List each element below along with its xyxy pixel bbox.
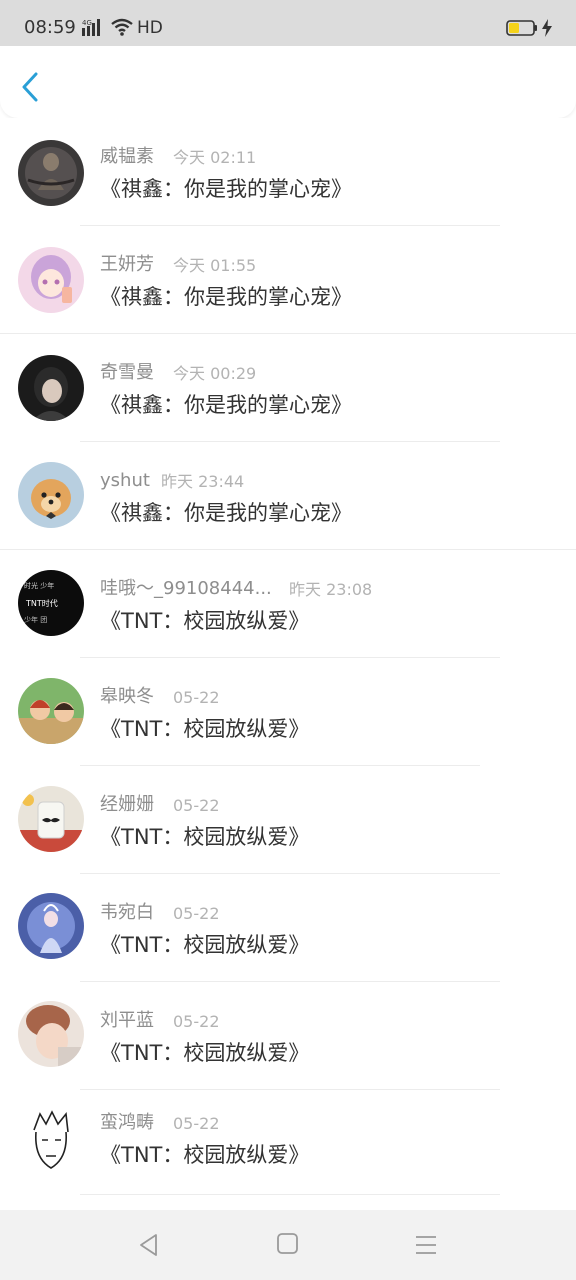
status-time: 08:59 — [24, 17, 76, 38]
comment-time: 今天 00:29 — [173, 364, 257, 383]
hd-indicator: HD — [137, 18, 163, 38]
avatar: 时光 少年 TNT时代 少年 团 — [18, 570, 84, 636]
book-title: 《TNT：校园放纵爱》 — [100, 933, 310, 957]
user-name: 王妍芳 — [100, 254, 154, 275]
header-bar — [0, 46, 576, 118]
wifi-icon — [111, 18, 133, 36]
list-item[interactable]: 王妍芳 今天 01:55 《祺鑫：你是我的掌心宠》 — [0, 226, 576, 334]
book-title: 《祺鑫：你是我的掌心宠》 — [100, 285, 352, 309]
user-name: 威韫素 — [100, 146, 154, 167]
list-item[interactable]: 威韫素 今天 02:11 《祺鑫：你是我的掌心宠》 — [0, 118, 576, 226]
svg-text:时光 少年: 时光 少年 — [24, 581, 54, 590]
list-item[interactable]: 时光 少年 TNT时代 少年 团 哇哦～_99108444... 昨天 23:0… — [0, 550, 576, 658]
comment-time: 05-22 — [173, 796, 220, 815]
avatar — [18, 140, 84, 206]
book-title: 《祺鑫：你是我的掌心宠》 — [100, 501, 352, 525]
avatar — [18, 1001, 84, 1067]
list-item[interactable]: 奇雪曼 今天 00:29 《祺鑫：你是我的掌心宠》 — [0, 334, 576, 442]
list-item[interactable]: 皋映冬 05-22 《TNT：校园放纵爱》 — [0, 658, 576, 766]
book-title: 《TNT：校园放纵爱》 — [100, 825, 310, 849]
svg-text:4G: 4G — [82, 19, 92, 27]
comment-time: 05-22 — [173, 1114, 220, 1133]
comment-time: 今天 02:11 — [173, 148, 257, 167]
list-item[interactable]: 韦宛白 05-22 《TNT：校园放纵爱》 — [0, 874, 576, 982]
system-nav-bar — [0, 1210, 576, 1280]
triangle-back-icon — [140, 1234, 157, 1256]
square-home-icon — [277, 1233, 298, 1254]
list-item[interactable]: 刘平蓝 05-22 《TNT：校园放纵爱》 — [0, 982, 576, 1090]
list-item[interactable]: yshut 昨天 23:44 《祺鑫：你是我的掌心宠》 — [0, 442, 576, 550]
book-title: 《TNT：校园放纵爱》 — [100, 1041, 310, 1065]
comment-time: 05-22 — [173, 688, 220, 707]
comment-time: 05-22 — [173, 1012, 220, 1031]
nav-home-button[interactable] — [276, 1232, 300, 1256]
divider — [80, 1194, 500, 1195]
comment-time: 今天 01:55 — [173, 256, 257, 275]
menu-lines-icon — [416, 1236, 436, 1254]
book-title: 《祺鑫：你是我的掌心宠》 — [100, 393, 352, 417]
avatar — [18, 893, 84, 959]
book-title: 《TNT：校园放纵爱》 — [100, 1143, 310, 1167]
user-name: 奇雪曼 — [100, 362, 154, 383]
user-name: 刘平蓝 — [100, 1010, 154, 1031]
battery-icon — [506, 20, 537, 36]
user-name: 韦宛白 — [100, 902, 154, 923]
book-title: 《TNT：校园放纵爱》 — [100, 609, 310, 633]
status-bar: 08:59 4G HD — [0, 0, 576, 46]
svg-text:TNT时代: TNT时代 — [25, 598, 58, 608]
avatar — [18, 786, 84, 852]
list-item[interactable]: 经姗姗 05-22 《TNT：校园放纵爱》 — [0, 766, 576, 874]
signal-4g-icon: 4G — [82, 19, 100, 36]
svg-text:少年 团: 少年 团 — [24, 615, 47, 624]
charging-icon — [542, 19, 552, 37]
user-name: 蛮鸿畴 — [100, 1112, 154, 1133]
back-button[interactable] — [14, 66, 50, 106]
book-title: 《TNT：校园放纵爱》 — [100, 717, 310, 741]
comment-time: 05-22 — [173, 904, 220, 923]
avatar — [18, 678, 84, 744]
avatar — [18, 462, 84, 528]
list-item[interactable]: 蛮鸿畴 05-22 《TNT：校园放纵爱》 — [0, 1090, 576, 1198]
avatar — [18, 247, 84, 313]
user-name: 经姗姗 — [100, 794, 154, 815]
nav-back-button[interactable] — [136, 1232, 162, 1258]
avatar — [18, 1108, 84, 1174]
nav-menu-button[interactable] — [414, 1234, 438, 1256]
user-name: 皋映冬 — [100, 686, 154, 707]
comment-time: 昨天 23:08 — [289, 580, 373, 599]
comment-time: 昨天 23:44 — [161, 472, 245, 491]
user-name: yshut — [100, 470, 150, 491]
user-name: 哇哦～_99108444... — [100, 578, 272, 599]
chevron-left-icon — [22, 72, 38, 102]
book-title: 《祺鑫：你是我的掌心宠》 — [100, 177, 352, 201]
avatar — [18, 355, 84, 421]
